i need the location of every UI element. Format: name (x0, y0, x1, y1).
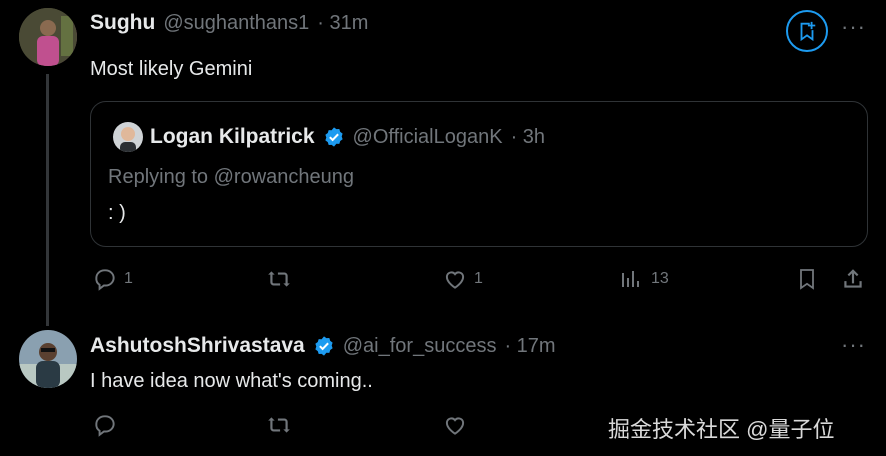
author-name[interactable]: Sughu (90, 11, 155, 35)
views-button[interactable]: 13 (619, 266, 669, 292)
tweet2-text: I have idea now what's coming.. (90, 370, 373, 392)
reply-icon (95, 415, 115, 437)
retweet-icon (268, 417, 290, 433)
avatar-logan[interactable] (113, 122, 143, 152)
bookmark-button[interactable] (795, 266, 819, 292)
tweet1-text: Most likely Gemini (90, 58, 253, 80)
reply-button[interactable]: 1 (92, 266, 133, 292)
reply-button[interactable] (92, 412, 118, 438)
watermark-text: 掘金技术社区 @量子位 (608, 417, 835, 442)
more-options-button[interactable]: ··· (841, 332, 866, 358)
quote-author-handle[interactable]: @OfficialLoganK (353, 126, 503, 149)
quote-header: Logan Kilpatrick @OfficialLoganK · 3h (150, 125, 545, 149)
tweet2-header: AshutoshShrivastava @ai_for_success · 17… (90, 334, 556, 358)
author-handle[interactable]: @ai_for_success (343, 335, 497, 358)
author-handle[interactable]: @sughanthans1 (163, 12, 309, 35)
avatar-ashutosh[interactable] (19, 330, 77, 388)
retweet-icon (268, 271, 290, 287)
thread-line (46, 74, 49, 326)
replying-to-label: Replying to @rowancheung (108, 166, 355, 188)
like-button[interactable] (442, 412, 468, 438)
quote-time[interactable]: · 3h (511, 126, 545, 149)
views-count: 13 (651, 270, 669, 287)
verified-badge-icon (315, 336, 333, 356)
views-chart-icon (622, 271, 639, 287)
tweet-time[interactable]: · 17m (504, 335, 555, 358)
reply-icon (95, 269, 115, 291)
like-button[interactable]: 1 (442, 266, 483, 292)
author-name[interactable]: AshutoshShrivastava (90, 334, 305, 358)
reply-count: 1 (124, 270, 133, 287)
share-button[interactable] (840, 266, 866, 292)
bookmark-plus-icon (800, 21, 816, 42)
heart-icon (445, 417, 465, 435)
retweet-button[interactable] (266, 266, 292, 292)
heart-icon (445, 271, 465, 289)
bookmark-add-button[interactable] (786, 10, 828, 52)
avatar-sughu[interactable] (19, 8, 77, 66)
bookmark-icon (800, 269, 814, 290)
tweet1-header: Sughu @sughanthans1 · 31m (90, 11, 368, 35)
tweet-time[interactable]: · 31m (317, 12, 368, 35)
quote-text: : ) (108, 202, 126, 224)
retweet-button[interactable] (266, 412, 292, 438)
like-count: 1 (474, 270, 483, 287)
quote-author-name[interactable]: Logan Kilpatrick (150, 125, 315, 149)
verified-badge-icon (324, 127, 343, 147)
more-options-button[interactable]: ··· (841, 14, 866, 40)
share-icon (844, 269, 862, 288)
